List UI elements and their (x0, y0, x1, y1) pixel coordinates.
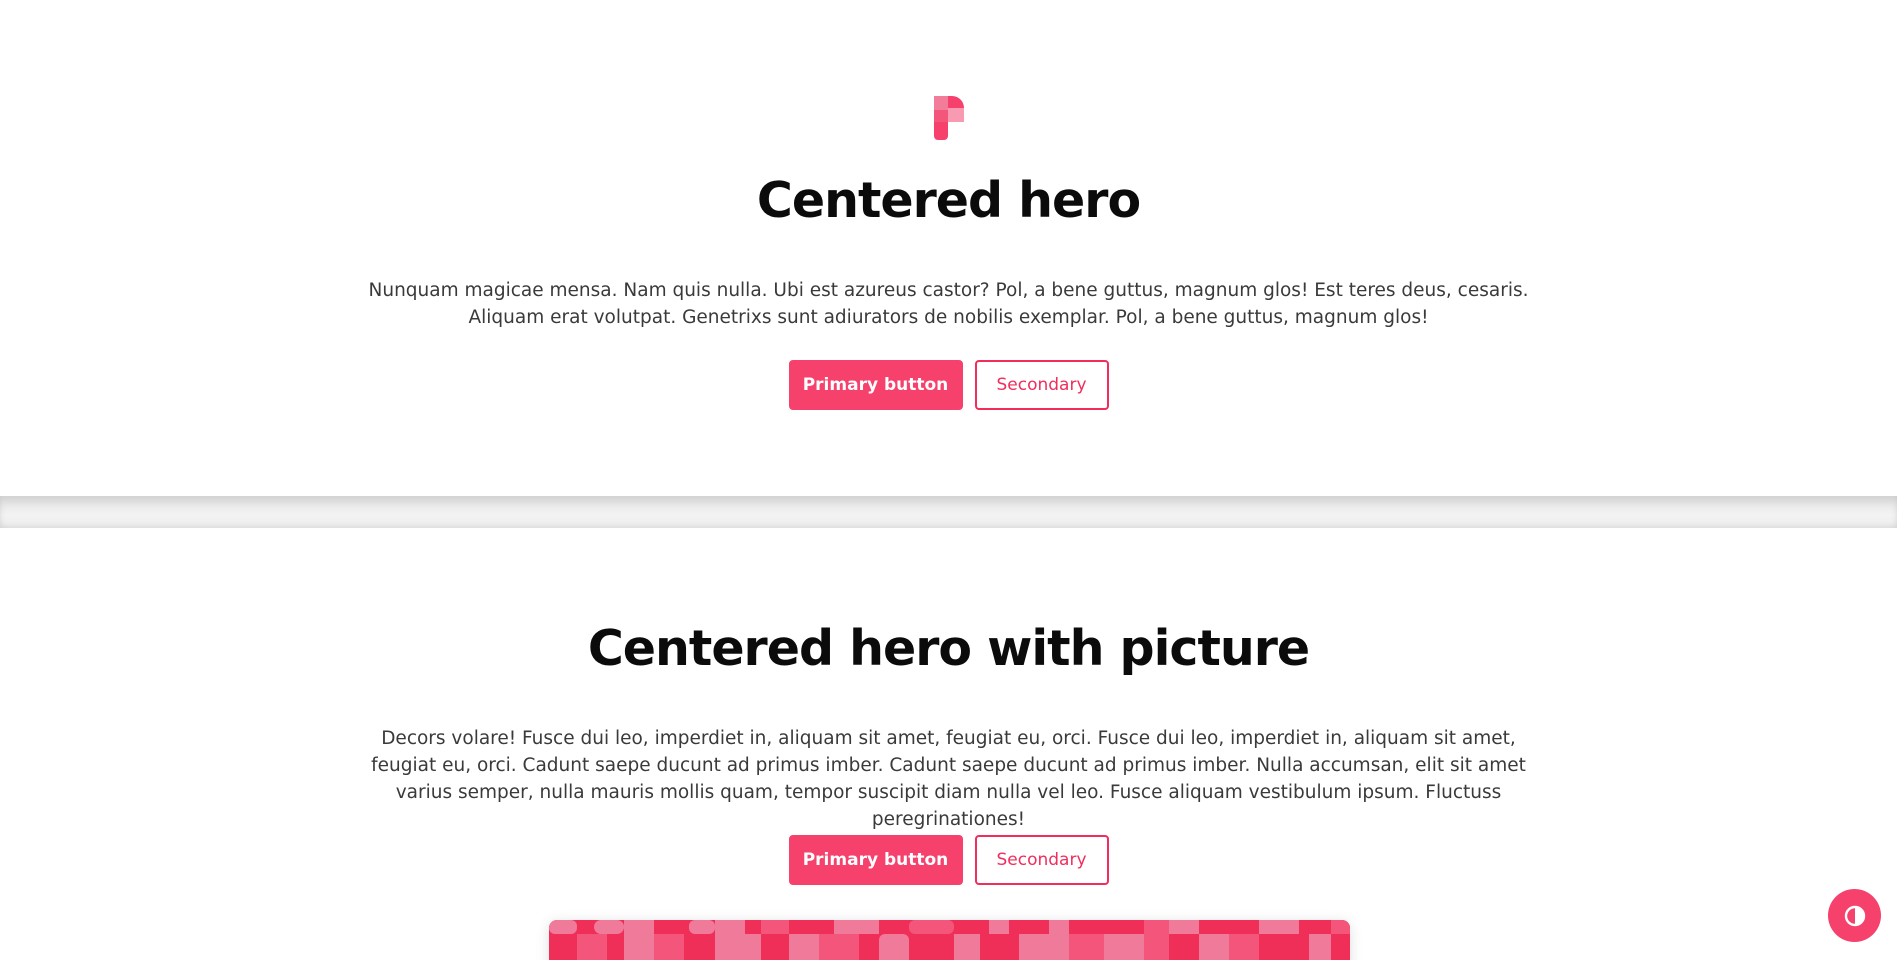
centered-hero-section: Centered hero Nunquam magicae mensa. Nam… (0, 0, 1897, 496)
hero-button-group: Primary button Secondary (0, 360, 1897, 410)
hero-lead-text: Decors volare! Fusce dui leo, imperdiet … (371, 728, 1526, 830)
hero-title: Centered hero with picture (587, 620, 1310, 677)
hero-button-group: Primary button Secondary (0, 835, 1897, 885)
hero-lead-text: Nunquam magicae mensa. Nam quis nulla. U… (368, 280, 1529, 328)
centered-hero-with-picture-section: Centered hero with picture Decors volare… (0, 528, 1897, 960)
contrast-icon (1844, 905, 1865, 926)
primary-button[interactable]: Primary button (788, 360, 963, 410)
section-divider (0, 496, 1897, 528)
theme-toggle-button[interactable] (1828, 889, 1881, 942)
secondary-button[interactable]: Secondary (974, 835, 1109, 885)
hero-picture (549, 920, 1350, 960)
brand-logo-icon (934, 96, 964, 140)
hero-picture-pattern (549, 920, 1350, 960)
hero-title: Centered hero (756, 172, 1141, 229)
primary-button[interactable]: Primary button (788, 835, 963, 885)
secondary-button[interactable]: Secondary (974, 360, 1109, 410)
